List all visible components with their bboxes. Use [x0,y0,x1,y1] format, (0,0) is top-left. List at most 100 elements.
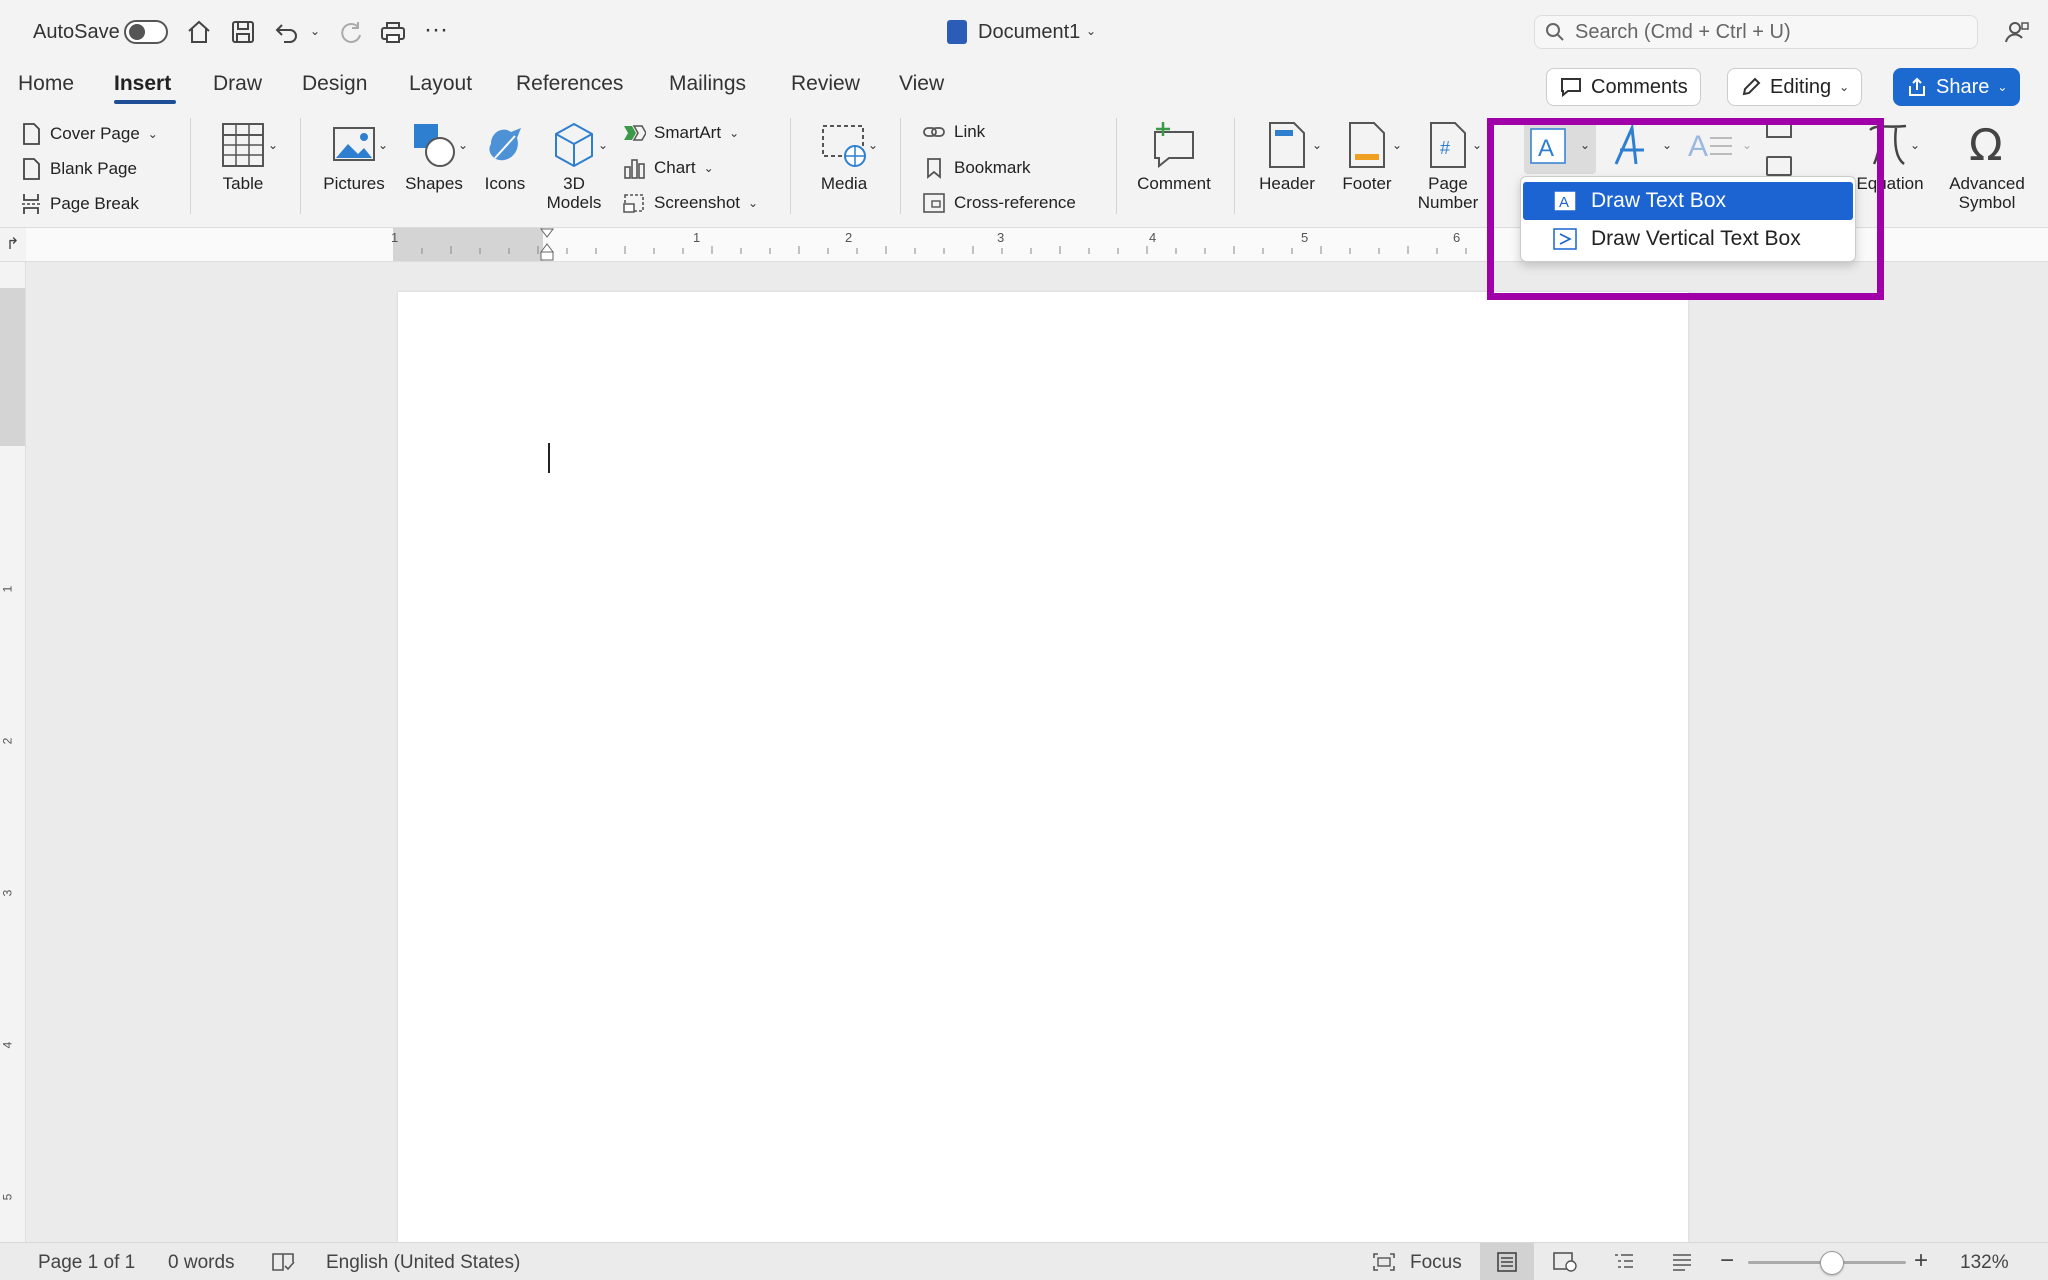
more-options-icon[interactable]: ··· [424,16,448,44]
zoom-in-button[interactable]: + [1914,1247,1928,1275]
cover-page-button[interactable]: Cover Page ⌄ [20,122,158,146]
advanced-symbol-label-line2: Symbol [1958,193,2016,212]
table-chevron-icon[interactable]: ⌄ [268,138,278,152]
tab-references[interactable]: References [516,72,623,96]
tab-stop-selector-icon[interactable]: ↱ [6,234,19,254]
share-label: Share [1936,75,1990,98]
bookmark-button[interactable]: Bookmark [922,157,1031,179]
highlight-annotation-box [1487,118,1884,300]
save-icon[interactable] [228,17,258,47]
page-break-button[interactable]: Page Break [20,192,139,216]
media-chevron-icon[interactable]: ⌄ [868,138,878,152]
document-page[interactable] [398,292,1688,1242]
icons-button[interactable]: Icons [476,120,534,193]
search-icon [1546,23,1564,41]
text-cursor [548,443,550,473]
tab-mailings[interactable]: Mailings [669,72,746,96]
table-button[interactable]: Table [208,120,278,193]
pictures-button[interactable]: Pictures [318,120,390,193]
share-button[interactable]: Share ⌄ [1893,68,2021,106]
document-title[interactable]: Document1 [978,21,1080,44]
new-comment-button[interactable]: Comment [1130,120,1218,193]
ruler-label: 1 [693,230,701,245]
link-icon [923,127,945,137]
advanced-symbol-button[interactable]: Ω Advanced Symbol [1932,120,2042,212]
footer-button[interactable]: Footer [1330,120,1404,193]
zoom-level[interactable]: 132% [1960,1252,2009,1274]
vertical-ruler-label: 5 [0,1193,15,1201]
home-icon[interactable] [184,17,214,47]
shapes-icon [414,124,455,167]
active-tab-indicator [114,100,176,104]
shapes-button[interactable]: Shapes [400,120,468,193]
cross-reference-icon [923,193,945,213]
print-icon[interactable] [378,17,408,47]
page-number-button[interactable]: # Page Number [1410,120,1486,212]
account-icon[interactable] [2002,17,2032,47]
pictures-icon [333,127,375,161]
draft-view-icon[interactable] [1670,1251,1694,1273]
blank-page-icon [23,158,40,180]
shapes-chevron-icon[interactable]: ⌄ [458,138,468,152]
outline-view-icon[interactable] [1612,1251,1636,1273]
table-icon [222,123,264,167]
footer-chevron-icon[interactable]: ⌄ [1392,138,1402,152]
tab-home[interactable]: Home [18,72,74,96]
zoom-slider-thumb[interactable] [1820,1251,1844,1275]
search-input[interactable]: Search (Cmd + Ctrl + U) [1534,15,1978,49]
ribbon-divider [900,118,901,214]
header-label: Header [1259,174,1315,193]
screenshot-button[interactable]: Screenshot ⌄ [622,192,758,214]
redo-icon[interactable] [336,17,366,47]
search-placeholder: Search (Cmd + Ctrl + U) [1575,20,1791,43]
smartart-icon [624,125,646,141]
3d-models-button[interactable]: 3D Models [540,120,608,212]
autosave-toggle[interactable] [124,20,168,44]
tab-insert[interactable]: Insert [114,72,171,96]
header-button[interactable]: Header [1250,120,1324,193]
page-break-icon [22,194,40,214]
undo-dropdown-icon[interactable]: ⌄ [310,24,320,38]
chart-label: Chart [654,158,696,177]
page-number-label-line1: Page [1428,174,1468,193]
smartart-button[interactable]: SmartArt ⌄ [622,122,739,144]
vertical-ruler[interactable]: 1 2 3 4 5 [0,262,26,1242]
word-doc-icon [947,20,967,44]
proofing-icon[interactable] [270,1251,296,1273]
focus-mode-button[interactable]: Focus [1410,1252,1462,1274]
blank-page-button[interactable]: Blank Page [20,157,137,181]
page-number-chevron-icon[interactable]: ⌄ [1472,138,1482,152]
tab-layout[interactable]: Layout [409,72,472,96]
title-chevron-down-icon[interactable]: ⌄ [1086,24,1096,38]
language-status[interactable]: English (United States) [326,1252,520,1274]
editing-mode-button[interactable]: Editing ⌄ [1727,68,1863,106]
header-chevron-icon[interactable]: ⌄ [1312,138,1322,152]
3d-models-label-line2: Models [546,193,602,212]
page-number-label-line2: Number [1417,193,1479,212]
editing-label: Editing [1770,75,1832,98]
cross-reference-button[interactable]: Cross-reference [922,192,1076,214]
page-break-label: Page Break [50,194,139,213]
ruler-ticks [421,246,1467,254]
media-button[interactable]: Media [806,120,882,193]
print-layout-view-button[interactable] [1480,1243,1534,1280]
word-count[interactable]: 0 words [168,1252,235,1274]
tab-review[interactable]: Review [791,72,860,96]
ribbon-divider [790,118,791,214]
tab-view[interactable]: View [899,72,944,96]
pictures-chevron-icon[interactable]: ⌄ [378,138,388,152]
tab-design[interactable]: Design [302,72,367,96]
page-count[interactable]: Page 1 of 1 [38,1252,135,1274]
equation-chevron-icon[interactable]: ⌄ [1910,138,1920,152]
zoom-out-button[interactable]: − [1720,1247,1734,1275]
web-layout-icon[interactable] [1552,1251,1578,1273]
comments-button[interactable]: Comments [1546,68,1701,106]
link-button[interactable]: Link [922,122,985,142]
share-chevron-down-icon: ⌄ [1997,80,2008,94]
undo-icon[interactable] [272,17,302,47]
screenshot-chevron-icon: ⌄ [748,196,759,210]
tab-draw[interactable]: Draw [213,72,262,96]
chart-button[interactable]: Chart ⌄ [622,157,714,179]
omega-icon: Ω [1969,120,2003,170]
3d-models-chevron-icon[interactable]: ⌄ [598,138,608,152]
